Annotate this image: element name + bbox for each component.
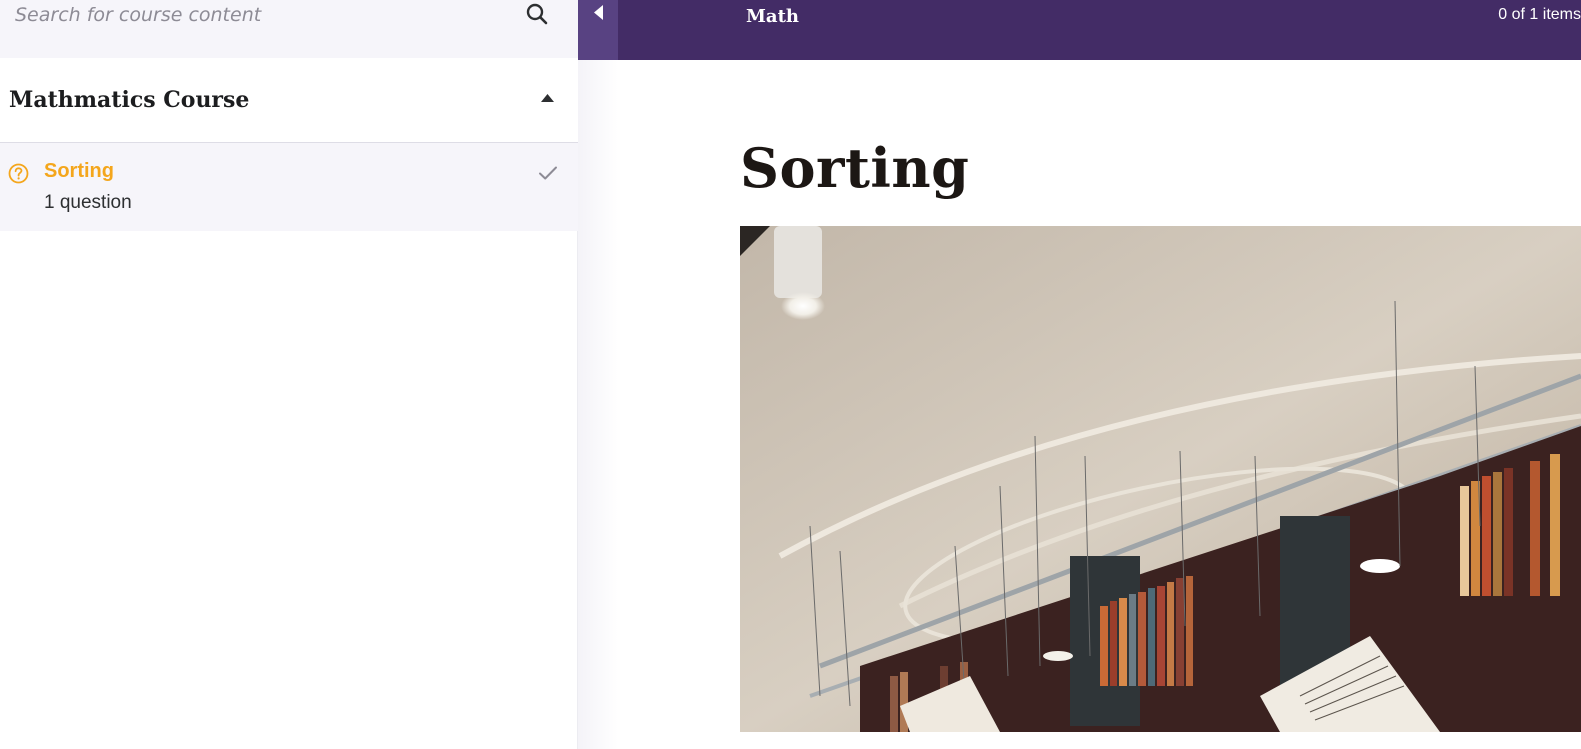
question-circle-icon	[8, 163, 29, 184]
library-photo	[740, 226, 1581, 732]
caret-up-icon[interactable]	[541, 94, 554, 102]
caret-left-icon	[594, 5, 603, 20]
lesson-meta: 1 question	[44, 192, 132, 213]
lesson-content: Sorting	[578, 60, 1581, 749]
lesson-image	[740, 226, 1581, 732]
course-title: Math	[746, 6, 799, 27]
lesson-title: Sorting	[44, 160, 114, 182]
page-title: Sorting	[740, 136, 970, 200]
search-bar	[0, 0, 578, 58]
collapse-sidebar-button[interactable]	[578, 0, 618, 60]
course-sidebar: Mathmatics Course Sorting 1 question	[0, 0, 578, 749]
section-title: Mathmatics Course	[9, 87, 250, 113]
section-header[interactable]: Mathmatics Course	[0, 58, 578, 143]
course-topbar: Math 0 of 1 items	[578, 0, 1581, 60]
check-icon	[539, 166, 557, 180]
search-icon[interactable]	[525, 2, 549, 26]
search-input[interactable]	[0, 0, 520, 30]
progress-counter: 0 of 1 items	[1498, 6, 1581, 23]
lesson-item-sorting[interactable]: Sorting 1 question	[0, 143, 578, 231]
